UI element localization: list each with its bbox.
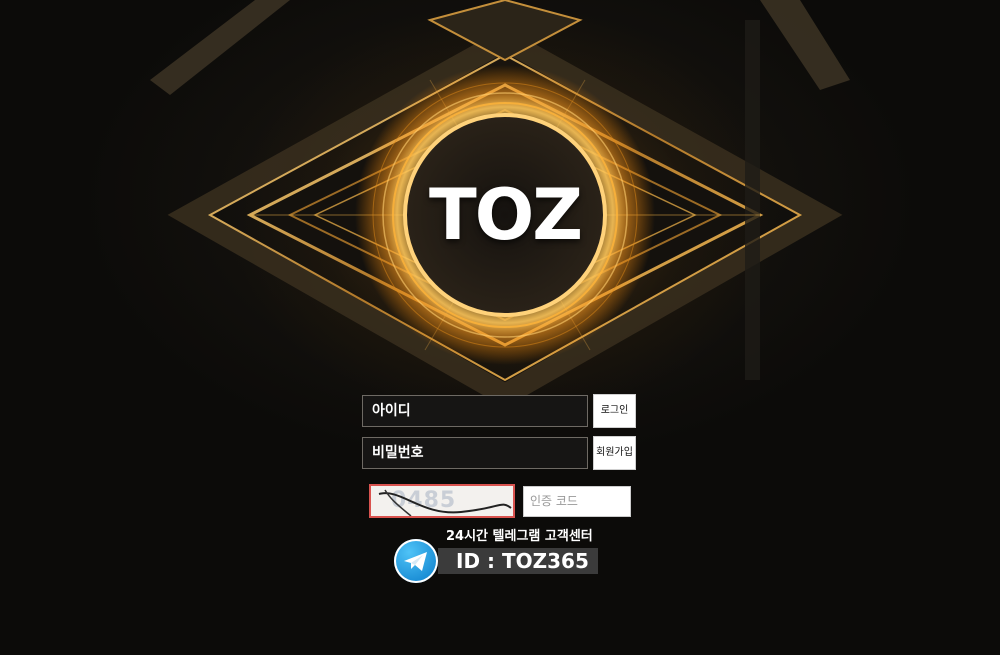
login-button[interactable]: 로그인: [593, 394, 636, 428]
password-input[interactable]: 비밀번호: [362, 437, 588, 469]
verification-code-input[interactable]: 인증 코드: [523, 486, 631, 517]
telegram-icon[interactable]: [394, 539, 438, 583]
login-page: TOZ 아이디 로그인 비밀번호 회원가입 0485 인증 코드 24시간 텔레…: [0, 0, 1000, 655]
captcha-noise: [378, 489, 512, 516]
username-input[interactable]: 아이디: [362, 395, 588, 427]
corner-pattern-right: [760, 0, 850, 90]
side-bar-right: [745, 20, 760, 380]
telegram-id[interactable]: ID : TOZ365: [438, 548, 598, 574]
corner-pattern-left: [150, 0, 290, 95]
support-title: 24시간 텔레그램 고객센터: [446, 529, 593, 544]
paper-plane-icon: [404, 552, 427, 571]
captcha-image[interactable]: 0485: [369, 484, 515, 518]
logo-toz: TOZ: [428, 174, 583, 256]
top-triangle: [427, 0, 583, 62]
signup-button[interactable]: 회원가입: [593, 436, 636, 470]
